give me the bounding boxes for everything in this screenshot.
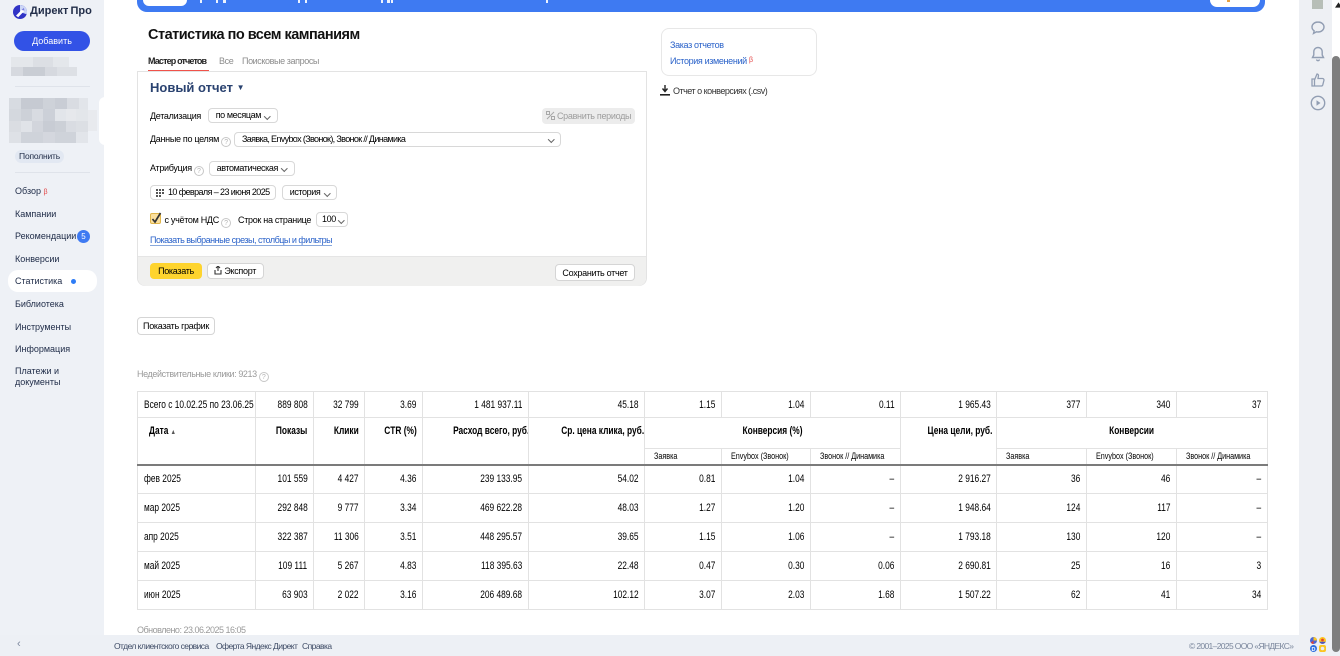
svg-text:D: D bbox=[1312, 647, 1316, 652]
